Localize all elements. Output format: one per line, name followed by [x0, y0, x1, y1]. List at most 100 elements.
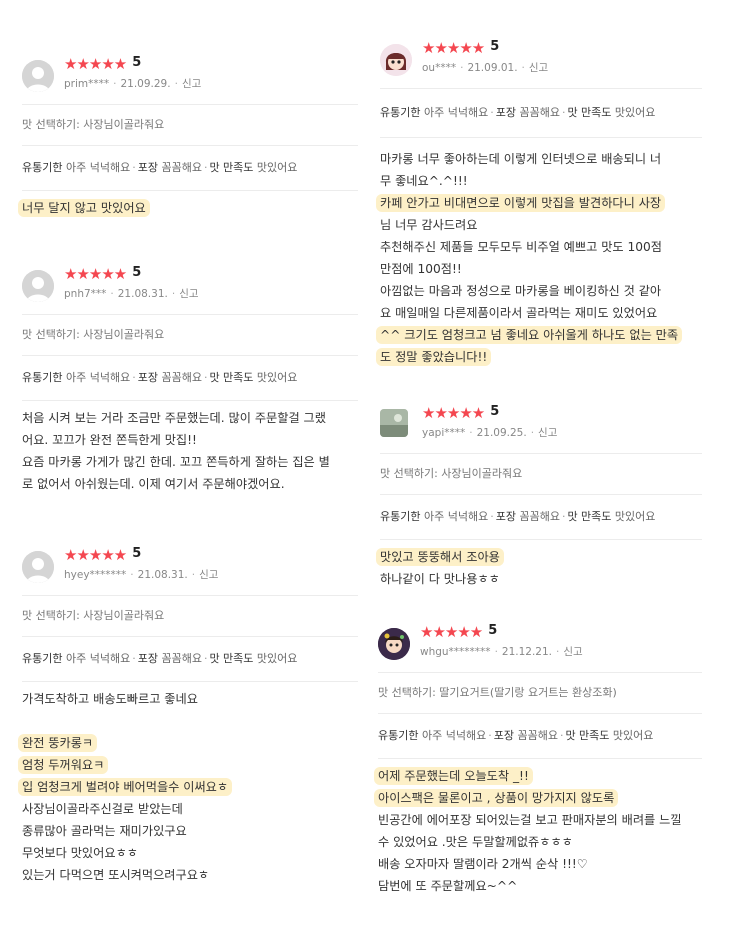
review-text-line: 수 있었어요 .맛은 두말할께없쥬ㅎㅎㅎ	[378, 835, 573, 849]
review-text-line: 배송 오자마자 딸램이라 2개씩 순삭 !!!♡	[378, 857, 588, 871]
review-text-line: 입 엄청크게 벌려야 베어먹을수 이써요ㅎ	[18, 778, 233, 796]
review-text-line: 종류많아 골라먹는 재미가있구요	[22, 824, 187, 838]
star-rating: ★★★★★ 5	[64, 54, 141, 73]
review-text-line	[22, 710, 358, 732]
reviewer-id: prim****	[64, 78, 110, 90]
review-text-line: 아이스팩은 물론이고 , 상품이 망가지지 않도록	[374, 789, 619, 807]
review-header: ★★★★★ 5 pnh7*** · 21.08.31. · 신고	[22, 264, 358, 314]
star-rating: ★★★★★ 5	[422, 403, 499, 422]
review-body: 처음 시켜 보는 거라 조금만 주문했는데. 많이 주문할걸 그랬 어요. 꼬끄…	[22, 401, 358, 495]
review-meta: ou**** · 21.09.01. · 신고	[422, 62, 549, 74]
review-text-line: ^^ 크기도 엄청크고 넘 좋네요 아쉬울게 하나도 없는 만족	[376, 326, 683, 344]
reviewer-id: yapi****	[422, 427, 466, 439]
taste-option: 맛 선택하기: 딸기요거트(딸기랑 요거트는 환상조화)	[378, 686, 617, 699]
review-header: ★★★★★ 5 ou**** · 21.09.01. · 신고	[380, 38, 702, 88]
review-card: ★★★★★ 5 hyey******* · 21.08.31. · 신고 맛 선택하기: …	[18, 545, 358, 886]
review-header: ★★★★★ 5 prim**** · 21.09.29. · 신고	[22, 54, 358, 104]
star-icon: ★★★★★	[422, 39, 485, 57]
rating-score: 5	[132, 55, 142, 70]
rating-score: 5	[132, 265, 142, 280]
reviewer-id: hyey*******	[64, 569, 127, 581]
star-rating: ★★★★★ 5	[64, 264, 141, 283]
avatar-default-icon	[22, 60, 54, 92]
taste-option: 맛 선택하기: 사장님이골라줘요	[380, 467, 523, 480]
review-date: 21.08.31.	[137, 569, 188, 581]
review-card: ★★★★★ 5 prim**** · 21.09.29. · 신고 맛 선택하기: 사장님…	[18, 54, 358, 219]
review-text-line: 카페 안가고 비대면으로 이렇게 맛집을 발견하다니 사장	[376, 194, 666, 212]
report-link[interactable]: 신고	[199, 569, 218, 581]
review-tags: 유통기한 아주 넉넉해요 · 포장 꼼꼼해요 · 맛 만족도 맛있어요	[380, 510, 656, 523]
review-text-line: 어요. 꼬끄가 완전 쫀득한게 맛집!!	[22, 433, 197, 447]
avatar-character-icon	[380, 44, 412, 76]
review-text-line: 하나같이 다 맛나용ㅎㅎ	[380, 572, 500, 586]
review-text-line: 가격도착하고 배송도빠르고 좋네요	[22, 692, 198, 706]
review-text-line: 로 없어서 아쉬웠는데. 이제 여기서 주문해야겠어요.	[22, 477, 285, 491]
rating-score: 5	[132, 546, 142, 561]
review-date: 21.12.21.	[501, 646, 553, 658]
review-text-line: 처음 시켜 보는 거라 조금만 주문했는데. 많이 주문할걸 그랬	[22, 411, 326, 425]
report-link[interactable]: 신고	[179, 288, 198, 300]
review-tags: 유통기한 아주 넉넉해요 · 포장 꼼꼼해요 · 맛 만족도 맛있어요	[22, 371, 298, 384]
star-icon: ★★★★★	[64, 265, 127, 283]
review-meta: hyey******* · 21.08.31. · 신고	[64, 569, 219, 581]
review-body: 어제 주문했는데 오늘도착 _!! 아이스팩은 물론이고 , 상품이 망가지지 …	[374, 759, 702, 897]
review-text-line: 담번에 또 주문할께요~^^	[378, 879, 518, 893]
reviewer-id: pnh7***	[64, 288, 107, 300]
review-date: 21.09.01.	[467, 62, 518, 74]
review-text-line: 맛있고 뚱뚱해서 조아용	[376, 548, 504, 566]
star-icon: ★★★★★	[420, 623, 483, 641]
taste-option: 맛 선택하기: 사장님이골라줘요	[22, 118, 165, 131]
taste-option: 맛 선택하기: 사장님이골라줘요	[22, 609, 165, 622]
review-text-line: 추천해주신 제품들 모두모두 비주얼 예쁘고 맛도 100점	[380, 240, 662, 254]
review-card: ★★★★★ 5 whgu******** · 21.12.21. · 신고 맛 선택하기:…	[374, 622, 702, 897]
review-meta: prim**** · 21.09.29. · 신고	[64, 78, 202, 90]
review-text-line: 완전 뚱카롱ㅋ	[18, 734, 98, 752]
review-text-line: 마카롱 너무 좋아하는데 이렇게 인터넷으로 배송되니 너	[380, 152, 662, 166]
review-tags: 유통기한 아주 넉넉해요 · 포장 꼼꼼해요 · 맛 만족도 맛있어요	[22, 161, 298, 174]
rating-score: 5	[490, 39, 500, 54]
star-rating: ★★★★★ 5	[64, 545, 141, 564]
report-link[interactable]: 신고	[182, 78, 201, 90]
review-text-line: 무엇보다 맛있어요ㅎㅎ	[22, 846, 138, 860]
avatar-default-icon	[22, 551, 54, 583]
review-text-line: 만점에 100점!!	[380, 262, 462, 276]
review-date: 21.09.29.	[120, 78, 171, 90]
report-link[interactable]: 신고	[563, 646, 582, 658]
review-text-line: 요즘 마카롱 가게가 많긴 한데. 꼬끄 쫀득하게 잘하는 집은 별	[22, 455, 330, 469]
avatar-default-icon	[22, 270, 54, 302]
review-body: 마카롱 너무 좋아하는데 이렇게 인터넷으로 배송되니 너 무 좋네요^.^!!…	[376, 138, 702, 368]
reviewer-id: ou****	[422, 62, 457, 74]
star-rating: ★★★★★ 5	[422, 38, 499, 57]
review-date: 21.09.25.	[476, 427, 527, 439]
reviewer-id: whgu********	[420, 646, 491, 658]
review-header: ★★★★★ 5 yapi**** · 21.09.25. · 신고	[380, 403, 702, 453]
review-text-line: 있는거 다먹으면 또시켜먹으려구요ㅎ	[22, 868, 210, 882]
review-text-line: 사장님이골라주신걸로 받았는데	[22, 802, 183, 816]
review-date: 21.08.31.	[117, 288, 168, 300]
review-body: 맛있고 뚱뚱해서 조아용 하나같이 다 맛나용ㅎㅎ	[376, 540, 702, 590]
review-tags: 유통기한 아주 넉넉해요 · 포장 꼼꼼해요 · 맛 만족도 맛있어요	[22, 652, 298, 665]
avatar-photo-icon	[380, 409, 408, 437]
star-rating: ★★★★★ 5	[420, 622, 497, 641]
review-text-line: 도 정말 좋았습니다!!	[376, 348, 492, 366]
review-meta: whgu******** · 21.12.21. · 신고	[420, 646, 583, 658]
report-link[interactable]: 신고	[538, 427, 557, 439]
review-meta: pnh7*** · 21.08.31. · 신고	[64, 288, 199, 300]
review-text-line: 어제 주문했는데 오늘도착 _!!	[374, 767, 533, 785]
review-body: 너무 달지 않고 맛있어요	[18, 191, 358, 219]
review-text-line: 빈공간에 에어포장 되어있는걸 보고 판매자분의 배려를 느낄	[378, 813, 682, 827]
review-text-line: 아낌없는 마음과 정성으로 마카롱을 베이킹하신 것 같아	[380, 284, 662, 298]
star-icon: ★★★★★	[64, 55, 127, 73]
review-text-line: 엄청 두꺼워요ㅋ	[18, 756, 109, 774]
star-icon: ★★★★★	[64, 546, 127, 564]
rating-score: 5	[490, 404, 500, 419]
review-tags: 유통기한 아주 넉넉해요 · 포장 꼼꼼해요 · 맛 만족도 맛있어요	[380, 106, 656, 119]
review-text-line: 요 매일매일 다른제품이라서 골라먹는 재미도 있었어요	[380, 306, 658, 320]
review-header: ★★★★★ 5 hyey******* · 21.08.31. · 신고	[22, 545, 358, 595]
review-tags: 유통기한 아주 넉넉해요 · 포장 꼼꼼해요 · 맛 만족도 맛있어요	[378, 729, 654, 742]
review-body: 가격도착하고 배송도빠르고 좋네요 완전 뚱카롱ㅋ 엄청 두꺼워요ㅋ 입 엄청크…	[18, 682, 358, 886]
review-text-line: 무 좋네요^.^!!!	[380, 174, 468, 188]
report-link[interactable]: 신고	[529, 62, 548, 74]
rating-score: 5	[488, 623, 498, 638]
review-header: ★★★★★ 5 whgu******** · 21.12.21. · 신고	[378, 622, 702, 672]
